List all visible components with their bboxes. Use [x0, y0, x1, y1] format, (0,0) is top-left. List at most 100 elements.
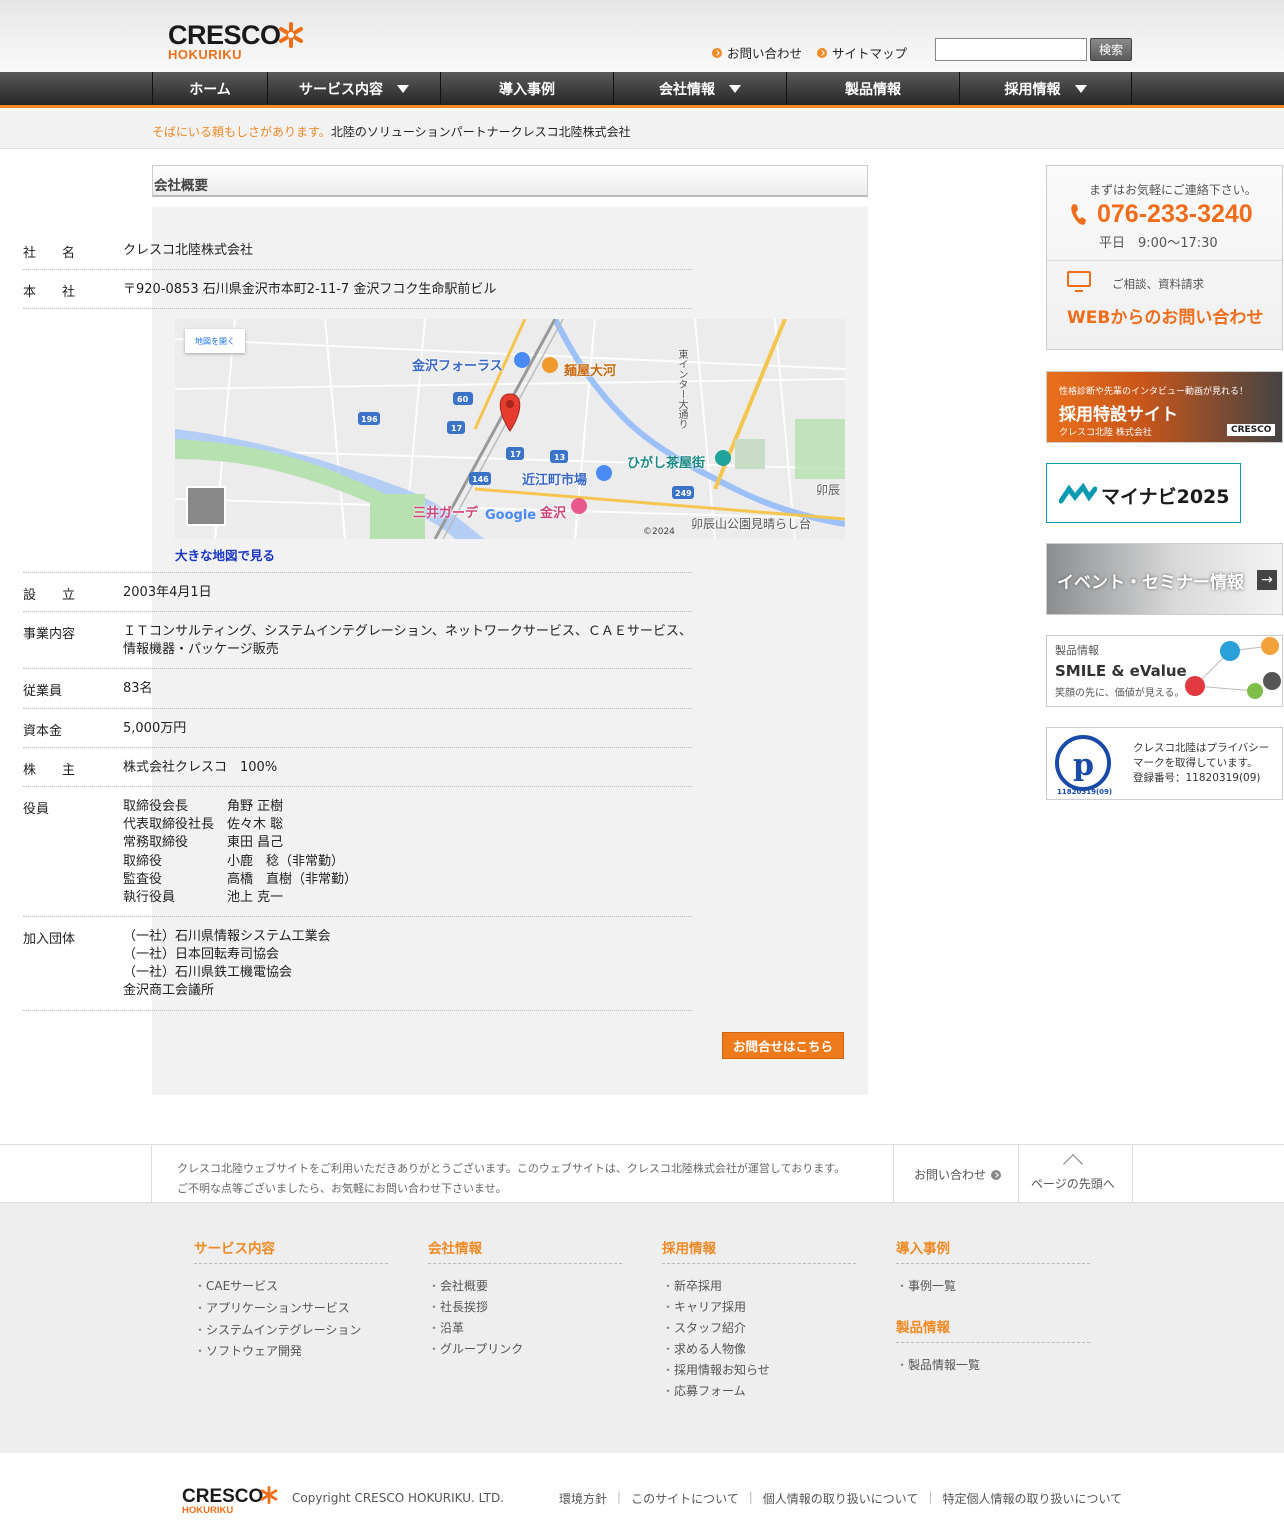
- footer-contact-link[interactable]: お問い合わせ: [914, 1166, 1002, 1183]
- footer-link[interactable]: 沿革: [428, 1318, 622, 1339]
- copyright: Copyright CRESCO HOKURIKU. LTD.: [292, 1491, 505, 1505]
- info-row-business: 事業内容 ＩＴコンサルティング、システムインテグレーション、ネットワークサービス…: [23, 623, 693, 669]
- nav-cases[interactable]: 導入事例: [440, 72, 613, 105]
- officers-list: 取締役会長 角野 正樹 代表取締役社長 佐々木 聡 常務取締役 東田 昌己 取締役 小鹿…: [123, 799, 358, 906]
- footer-link[interactable]: 事例一覧: [896, 1276, 1090, 1297]
- google-map[interactable]: 60 196 17 13 17 146 249 ©2024 Google 地図を…: [175, 319, 845, 539]
- event-seminar-banner[interactable]: イベント・セミナー情報 →: [1046, 543, 1283, 615]
- site-header: CRESCO HOKURIKU お問い合わせ サイトマップ 検索: [0, 0, 1284, 72]
- logo-star-icon: [279, 22, 303, 48]
- footer-link[interactable]: 製品情報一覧: [896, 1355, 1090, 1376]
- info-row-capital: 資本金 5,000万円: [23, 720, 693, 748]
- legal-link-about[interactable]: このサイトについて: [631, 1490, 739, 1507]
- dropdown-arrow-icon: [397, 84, 409, 93]
- legal-links: 環境方針 | このサイトについて | 個人情報の取り扱いについて | 特定個人情報の取…: [559, 1490, 1123, 1507]
- phone-number[interactable]: 076-233-3240: [1097, 200, 1253, 229]
- map-open-button[interactable]: 地図を開く: [185, 329, 245, 353]
- nav-products[interactable]: 製品情報: [786, 72, 959, 105]
- web-inquiry-link[interactable]: WEBからのお問い合わせ: [1067, 303, 1263, 328]
- map-route-249: 249: [675, 489, 692, 498]
- info-row-shareholder: 株 主 株式会社クレスコ 100%: [23, 759, 693, 787]
- footer-link[interactable]: システムインテグレーション: [194, 1320, 388, 1341]
- info-row-orgs: 加入団体 （一社）石川県情報システム工業会 （一社）日本回転寿司協会 （一社）石…: [23, 928, 693, 1011]
- nav-home[interactable]: ホーム: [152, 72, 267, 105]
- tagline: そばにいる頼もしさがあります。北陸のソリューションパートナークレスコ北陸株式会社: [152, 125, 631, 139]
- map-route-146: 146: [472, 475, 489, 484]
- svg-text:p: p: [1073, 748, 1094, 783]
- site-logo[interactable]: CRESCO HOKURIKU: [168, 20, 303, 62]
- arrow-right-icon: →: [1257, 570, 1277, 590]
- map-label-east-ic: 東インター大通り: [676, 349, 687, 429]
- nav-recruit[interactable]: 採用情報: [959, 72, 1132, 105]
- search-button[interactable]: 検索: [1090, 38, 1132, 61]
- search-input[interactable]: [935, 38, 1087, 61]
- footer-col-cases: 導入事例 事例一覧: [896, 1237, 1090, 1297]
- footer-bottom: CRESCO HOKURIKU Copyright CRESCO HOKURIK…: [0, 1453, 1284, 1525]
- legal-link-env[interactable]: 環境方針: [559, 1490, 607, 1507]
- footer-link[interactable]: 会社概要: [428, 1276, 622, 1297]
- contact-box-divider: [1047, 260, 1284, 261]
- map-canvas: 60 196 17 13 17 146 249 ©2024 Google: [175, 319, 845, 539]
- global-nav: ホーム サービス内容 導入事例 会社情報 製品情報 採用情報: [0, 72, 1284, 108]
- info-row-founded: 設 立 2003年4月1日: [23, 584, 693, 612]
- footer-link[interactable]: 採用情報お知らせ: [662, 1360, 856, 1381]
- nav-services[interactable]: サービス内容: [267, 72, 440, 105]
- footer-link[interactable]: アプリケーションサービス: [194, 1298, 388, 1319]
- footer-col-company: 会社情報 会社概要 社長挨拶 沿革 グループリンク: [428, 1237, 622, 1360]
- footer-link[interactable]: グループリンク: [428, 1339, 622, 1360]
- footer-link[interactable]: 社長挨拶: [428, 1297, 622, 1318]
- contact-cta-button[interactable]: お問合せはこちら: [722, 1032, 844, 1059]
- map-label-utatsuyama: 卯辰山公園見晴らし台: [691, 517, 812, 531]
- footer-link[interactable]: スタッフ紹介: [662, 1318, 856, 1339]
- recruit-site-banner[interactable]: 性格診断や先輩のインタビュー動画が見れる！ 採用特設サイト クレスコ北陸 株式会…: [1046, 371, 1283, 443]
- google-logo: Google: [485, 508, 536, 523]
- footer-nav: サービス内容 CAEサービス アプリケーションサービス システムインテグレーショ…: [0, 1203, 1284, 1453]
- map-label-kanazawa: 金沢: [540, 506, 567, 521]
- monitor-icon: [1067, 271, 1091, 292]
- product-network-graphic: [1185, 637, 1281, 699]
- tagline-bar: そばにいる頼もしさがあります。北陸のソリューションパートナークレスコ北陸株式会社: [0, 111, 1284, 149]
- map-label-utatsu: 卯辰: [816, 483, 841, 497]
- header-contact-link[interactable]: お問い合わせ: [712, 43, 802, 62]
- legal-link-privacy[interactable]: 個人情報の取り扱いについて: [763, 1490, 919, 1507]
- footer-col-recruit: 採用情報 新卒採用 キャリア採用 スタッフ紹介 求める人物像 採用情報お知らせ …: [662, 1237, 856, 1402]
- chevron-up-icon: [1063, 1154, 1083, 1174]
- footer-message-bar: クレスコ北陸ウェブサイトをご利用いただきありがとうございます。このウェブサイトは…: [0, 1144, 1284, 1203]
- dropdown-arrow-icon: [729, 84, 741, 93]
- dropdown-arrow-icon: [1074, 84, 1087, 93]
- map-label-forus: 金沢フォーラス: [412, 359, 503, 374]
- map-label-omicho: 近江町市場: [522, 473, 588, 488]
- phone-icon: [1071, 204, 1086, 225]
- footer-link[interactable]: 新卒採用: [662, 1276, 856, 1297]
- footer-link[interactable]: 求める人物像: [662, 1339, 856, 1360]
- nav-company[interactable]: 会社情報: [613, 72, 786, 105]
- footer-col-services: サービス内容 CAEサービス アプリケーションサービス システムインテグレーショ…: [194, 1237, 388, 1362]
- mynavi-logo-icon: [1059, 483, 1097, 504]
- map-label-menya: 麺屋大河: [564, 364, 617, 379]
- map-route-60: 60: [457, 395, 469, 404]
- footer-logo[interactable]: CRESCO HOKURIKU: [182, 1486, 278, 1516]
- map-route-17b: 17: [510, 450, 521, 459]
- footer-link[interactable]: ソフトウェア開発: [194, 1341, 388, 1362]
- map-label-higashi: ひがし茶屋街: [627, 456, 706, 471]
- page-title: 会社概要: [152, 165, 868, 197]
- footer-link[interactable]: キャリア採用: [662, 1297, 856, 1318]
- arrow-circle-icon: [817, 47, 827, 58]
- bigger-map-link[interactable]: 大きな地図で見る: [175, 545, 275, 564]
- info-row-hq: 本 社 〒920-0853 石川県金沢市本町2-11-7 金沢フコク生命駅前ビル: [23, 281, 693, 309]
- info-row-name: 社 名 クレスコ北陸株式会社: [23, 242, 693, 270]
- footer-link[interactable]: CAEサービス: [194, 1276, 388, 1297]
- footer-col-products: 製品情報 製品情報一覧: [896, 1316, 1090, 1376]
- legal-link-specific-privacy[interactable]: 特定個人情報の取り扱いについて: [942, 1490, 1122, 1507]
- info-row-employees: 従業員 83名: [23, 680, 693, 709]
- product-banner[interactable]: 製品情報 SMILE & eValue 笑顔の先に、価値が見える。: [1046, 635, 1283, 707]
- footer-link[interactable]: 応募フォーム: [662, 1381, 856, 1402]
- privacy-mark-banner[interactable]: p 11820319(09) クレスコ北陸はプライバシー マークを取得しています…: [1046, 727, 1283, 800]
- mynavi-banner[interactable]: マイナビ2025: [1046, 463, 1241, 523]
- header-sitemap-link[interactable]: サイトマップ: [817, 43, 907, 62]
- map-label-mitsui: 三井ガーデ: [413, 506, 479, 521]
- arrow-circle-icon: [991, 1169, 1002, 1180]
- map-divider: [23, 572, 693, 573]
- logo-star-icon: [260, 1486, 278, 1504]
- arrow-circle-icon: [712, 47, 722, 58]
